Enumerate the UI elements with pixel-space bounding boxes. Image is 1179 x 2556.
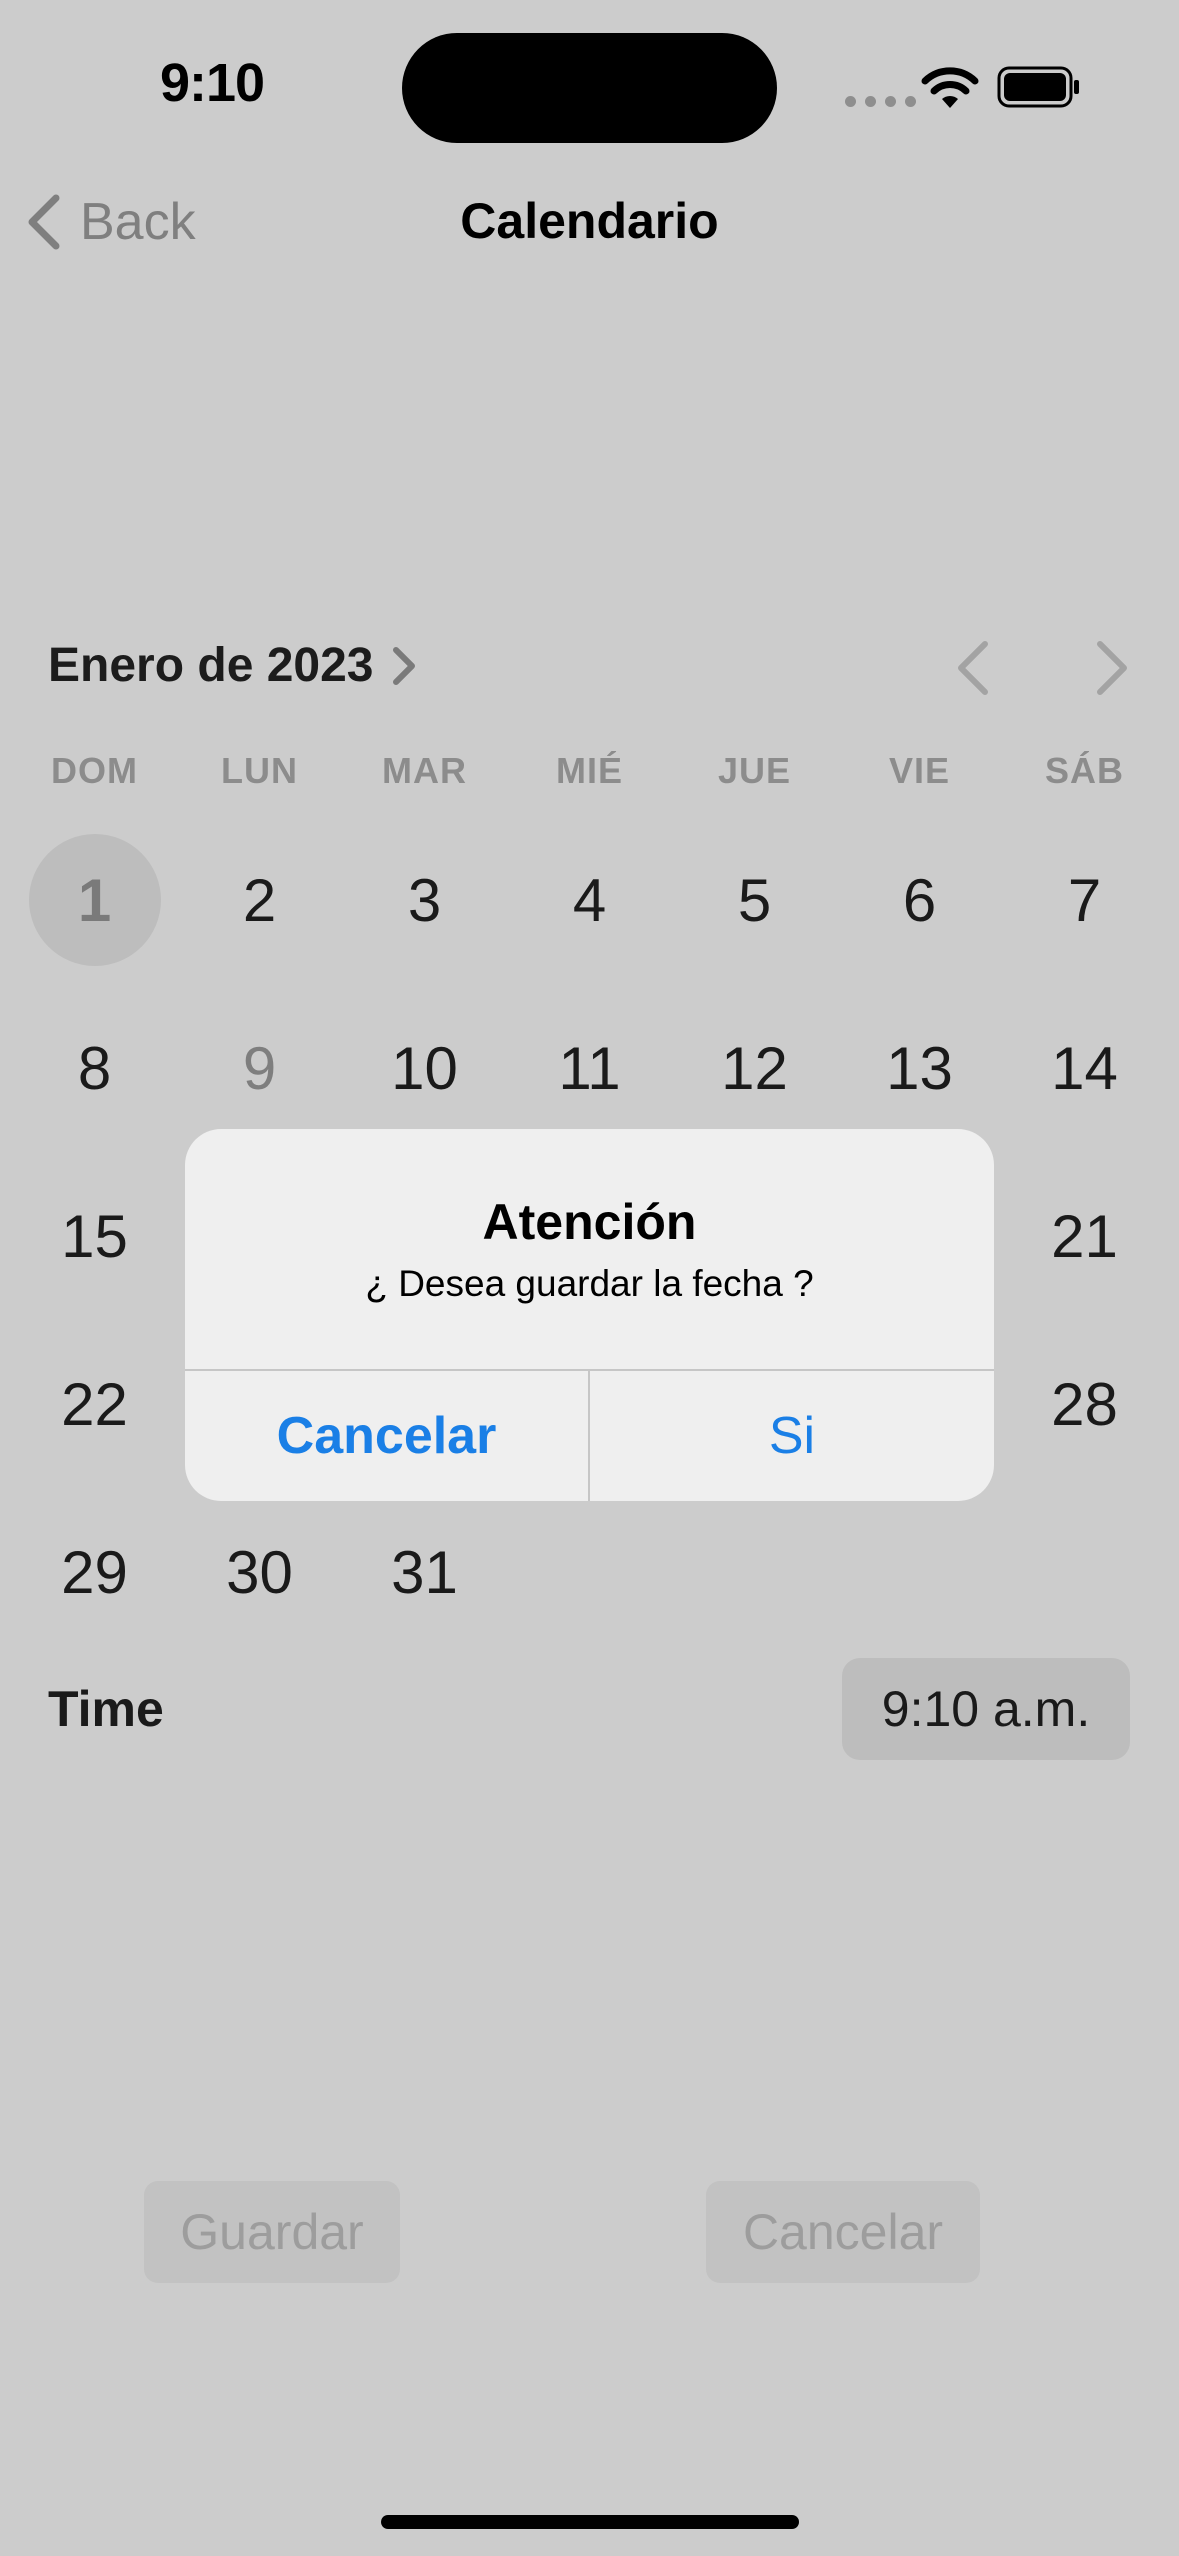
calendar-day-label: 29 (61, 1538, 128, 1606)
calendar-day[interactable]: 31 (342, 1488, 507, 1656)
next-month-button[interactable] (1080, 638, 1140, 698)
calendar-day[interactable]: 29 (12, 1488, 177, 1656)
alert-title: Atención (482, 1194, 697, 1250)
previous-month-button[interactable] (945, 638, 1005, 698)
calendar-day[interactable]: 12 (672, 984, 837, 1152)
time-label: Time (48, 1681, 164, 1737)
time-picker[interactable]: 9:10 a.m. (842, 1658, 1130, 1760)
calendar-day-label: 15 (61, 1202, 128, 1270)
calendar-day-label: 22 (61, 1370, 128, 1438)
calendar-day[interactable]: 28 (1002, 1320, 1167, 1488)
calendar-day-label: 28 (1051, 1370, 1118, 1438)
calendar-day[interactable]: 10 (342, 984, 507, 1152)
cancel-button[interactable]: Cancelar (706, 2181, 980, 2283)
calendar-day-label: 5 (737, 866, 772, 934)
calendar-day-label: 11 (558, 1034, 621, 1102)
alert-confirm-button[interactable]: Si (590, 1371, 994, 1501)
calendar-day[interactable]: 4 (507, 816, 672, 984)
calendar-day[interactable]: 13 (837, 984, 1002, 1152)
weekday-label: SÁB (1044, 750, 1124, 791)
calendar-day[interactable]: 8 (12, 984, 177, 1152)
month-year-picker[interactable]: Enero de 2023 (48, 638, 418, 693)
calendar-day[interactable]: 5 (672, 816, 837, 984)
alert-dialog: Atención ¿ Desea guardar la fecha ? Canc… (185, 1129, 994, 1501)
calendar-day-label: 8 (77, 1034, 112, 1102)
weekday-label: MAR (382, 750, 467, 791)
home-indicator (381, 2515, 799, 2529)
wifi-icon (921, 67, 979, 108)
back-label: Back (80, 193, 196, 251)
dynamic-island (402, 33, 777, 143)
weekday-label: MIÉ (555, 750, 623, 791)
calendar-day-label: 9 (242, 1034, 277, 1102)
calendar-day[interactable]: 9 (177, 984, 342, 1152)
alert-cancel-button[interactable]: Cancelar (185, 1371, 588, 1501)
calendar-day-label: 21 (1051, 1202, 1118, 1270)
calendar-day[interactable]: 11 (507, 984, 672, 1152)
calendar-day[interactable]: 15 (12, 1152, 177, 1320)
weekday-label: VIE (888, 750, 951, 791)
calendar-day-label: 7 (1067, 866, 1102, 934)
calendar-day-label: 2 (242, 866, 277, 934)
month-label: Enero de 2023 (48, 639, 374, 692)
calendar-day[interactable]: 3 (342, 816, 507, 984)
weekday-header: DOM LUN MAR MIÉ JUE VIE SÁB (12, 750, 1167, 792)
cellular-signal-icon (845, 96, 916, 107)
calendar-day[interactable]: 21 (1002, 1152, 1167, 1320)
chevron-left-icon (28, 194, 60, 250)
save-button[interactable]: Guardar (144, 2181, 400, 2283)
weekday-label: JUE (717, 750, 792, 791)
status-time: 9:10 (160, 53, 265, 113)
calendar-day-label: 12 (721, 1034, 788, 1102)
calendar-day-label: 4 (572, 866, 607, 934)
calendar-day[interactable]: 1 (12, 816, 177, 984)
calendar-day-label: 14 (1051, 1034, 1118, 1102)
calendar-day-label: 30 (226, 1538, 293, 1606)
alert-message: ¿ Desea guardar la fecha ? (365, 1263, 814, 1304)
weekday-label: DOM (51, 750, 138, 791)
calendar-day[interactable]: 7 (1002, 816, 1167, 984)
calendar-day[interactable]: 14 (1002, 984, 1167, 1152)
calendar-day-label: 13 (886, 1034, 953, 1102)
calendar-day[interactable]: 6 (837, 816, 1002, 984)
calendar-day[interactable]: 22 (12, 1320, 177, 1488)
weekday-label: LUN (221, 750, 298, 791)
battery-icon (997, 66, 1079, 108)
calendar-day-label: 6 (902, 866, 937, 934)
calendar-day[interactable]: 2 (177, 816, 342, 984)
calendar-day[interactable]: 30 (177, 1488, 342, 1656)
calendar-day-label: 10 (391, 1034, 458, 1102)
chevron-right-icon (392, 646, 415, 685)
back-button[interactable]: Back (24, 192, 196, 252)
calendar-day-label: 31 (391, 1538, 458, 1606)
calendar-day-label: 3 (407, 866, 442, 934)
calendar-day-label: 1 (77, 866, 112, 934)
